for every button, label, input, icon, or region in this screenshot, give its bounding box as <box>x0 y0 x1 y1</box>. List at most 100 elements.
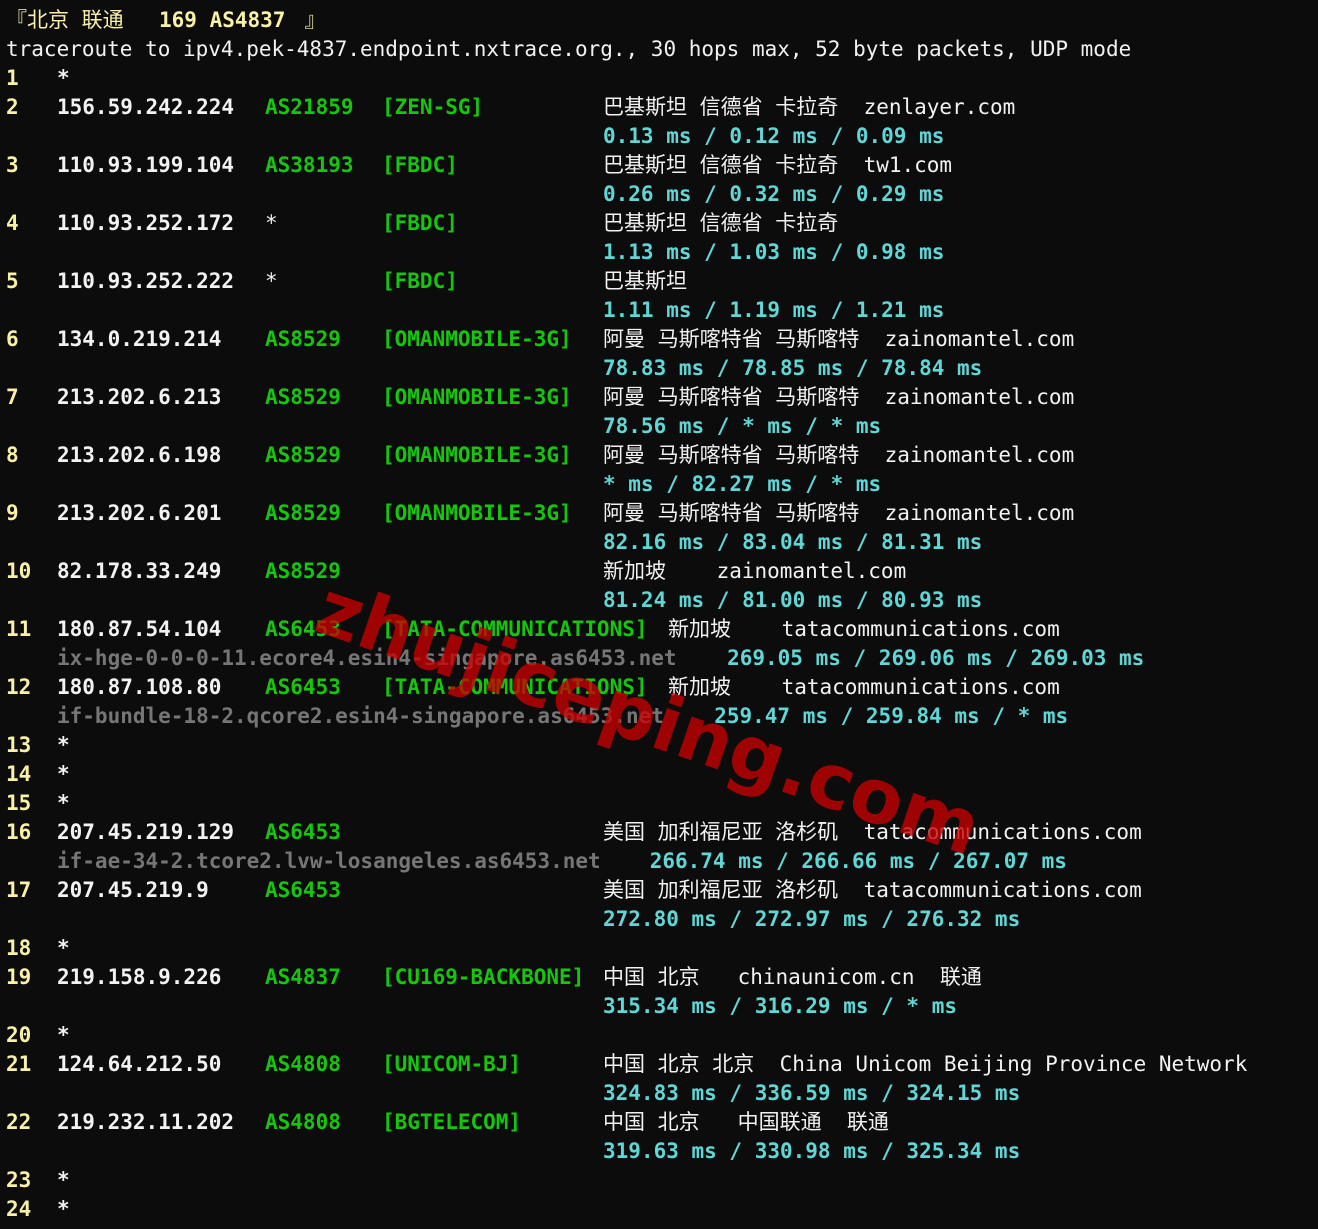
header-prefix: 『北京 联通 <box>6 8 137 32</box>
hop-ip: 213.202.6.201 <box>57 501 222 525</box>
hop-ip: 82.178.33.249 <box>57 559 222 583</box>
hop-asn: AS8529 <box>265 559 341 583</box>
hop-asn: AS6453 <box>265 617 341 641</box>
hop-tag: [FBDC] <box>382 153 458 177</box>
hop-rtt: 1.13 ms / 1.03 ms / 0.98 ms <box>603 240 945 264</box>
header-suffix: 』 <box>292 8 326 32</box>
hop-number: 23 <box>6 1168 32 1192</box>
hop-ip: * <box>57 936 70 960</box>
hop-ip: 110.93.252.222 <box>57 269 235 293</box>
hop-ip: * <box>57 66 70 90</box>
hop-number: 3 <box>6 153 19 177</box>
hop-rtt: 315.34 ms / 316.29 ms / * ms <box>603 994 958 1018</box>
hop-rtt: 78.83 ms / 78.85 ms / 78.84 ms <box>603 356 983 380</box>
hop-location: 新加坡 tatacommunications.com <box>668 617 1060 641</box>
hop-location: 阿曼 马斯喀特省 马斯喀特 zainomantel.com <box>603 443 1075 467</box>
hop-number: 4 <box>6 211 19 235</box>
hop-number: 20 <box>6 1023 32 1047</box>
hop-location: 中国 北京 中国联通 联通 <box>603 1110 889 1134</box>
hop-ip: 219.232.11.202 <box>57 1110 235 1134</box>
hop-ip: * <box>57 1023 70 1047</box>
hop-number: 1 <box>6 66 19 90</box>
hop-tag: [BGTELECOM] <box>382 1110 522 1134</box>
hop-rtt: 78.56 ms / * ms / * ms <box>603 414 882 438</box>
hop-asn: AS4808 <box>265 1110 341 1134</box>
hop-location: 巴基斯坦 信德省 卡拉奇 zenlayer.com <box>603 95 1016 119</box>
hop-asn: AS4837 <box>265 965 341 989</box>
hop-hostname: if-bundle-18-2.qcore2.esin4-singapore.as… <box>57 704 664 728</box>
hop-asn: AS6453 <box>265 820 341 844</box>
hop-rtt: 266.74 ms / 266.66 ms / 267.07 ms <box>649 849 1067 873</box>
hop-ip: 207.45.219.129 <box>57 820 235 844</box>
hop-ip: * <box>57 791 70 815</box>
command-line: traceroute to ipv4.pek-4837.endpoint.nxt… <box>6 37 1132 61</box>
top-fragment-cropped: ▔▔▔▔▔▔▔ ▔ <box>6 0 120 4</box>
hop-tag: [FBDC] <box>382 269 458 293</box>
hop-tag: [CU169-BACKBONE] <box>382 965 585 989</box>
hop-number: 17 <box>6 878 32 902</box>
hop-number: 7 <box>6 385 19 409</box>
hop-tag: [OMANMOBILE-3G] <box>382 327 572 351</box>
hop-number: 19 <box>6 965 32 989</box>
hop-location: 巴基斯坦 信德省 卡拉奇 <box>603 211 839 235</box>
hop-hostname: if-ae-34-2.tcore2.lvw-losangeles.as6453.… <box>57 849 601 873</box>
hop-number: 5 <box>6 269 19 293</box>
hop-rtt: 272.80 ms / 272.97 ms / 276.32 ms <box>603 907 1021 931</box>
hop-asn: AS38193 <box>265 153 354 177</box>
hop-ip: 213.202.6.213 <box>57 385 222 409</box>
hop-ip: 180.87.54.104 <box>57 617 222 641</box>
hop-rtt: 81.24 ms / 81.00 ms / 80.93 ms <box>603 588 983 612</box>
hop-ip: * <box>57 1168 70 1192</box>
hop-location: 美国 加利福尼亚 洛杉矶 tatacommunications.com <box>603 820 1142 844</box>
hop-location: 新加坡 zainomantel.com <box>603 559 907 583</box>
hop-rtt: 319.63 ms / 330.98 ms / 325.34 ms <box>603 1139 1021 1163</box>
hop-hostname: ix-hge-0-0-0-11.ecore4.esin4-singapore.a… <box>57 646 677 670</box>
hop-ip: 219.158.9.226 <box>57 965 222 989</box>
hop-asn: AS8529 <box>265 501 341 525</box>
hop-ip: 156.59.242.224 <box>57 95 235 119</box>
hop-location: 巴基斯坦 <box>603 269 687 293</box>
hop-rtt: 82.16 ms / 83.04 ms / 81.31 ms <box>603 530 983 554</box>
hop-rtt: 0.13 ms / 0.12 ms / 0.09 ms <box>603 124 945 148</box>
hop-ip: 180.87.108.80 <box>57 675 222 699</box>
hop-location: 阿曼 马斯喀特省 马斯喀特 zainomantel.com <box>603 385 1075 409</box>
hop-location: 中国 北京 北京 China Unicom Beijing Province N… <box>603 1052 1248 1076</box>
hop-number: 11 <box>6 617 32 641</box>
header-line: 『北京 联通 169 AS4837 』 <box>6 6 326 35</box>
hop-tag: [TATA-COMMUNICATIONS] <box>382 617 648 641</box>
hop-location: 新加坡 tatacommunications.com <box>668 675 1060 699</box>
hop-rtt: 259.47 ms / 259.84 ms / * ms <box>714 704 1069 728</box>
hop-asn: AS4808 <box>265 1052 341 1076</box>
hop-number: 13 <box>6 733 32 757</box>
hop-ip: 213.202.6.198 <box>57 443 222 467</box>
hop-tag: [OMANMOBILE-3G] <box>382 501 572 525</box>
hop-rtt: * ms / 82.27 ms / * ms <box>603 472 882 496</box>
header-bold: 169 AS4837 <box>159 8 286 32</box>
hop-ip: 110.93.199.104 <box>57 153 235 177</box>
hop-ip: 124.64.212.50 <box>57 1052 222 1076</box>
hop-number: 6 <box>6 327 19 351</box>
hop-ip: * <box>57 733 70 757</box>
hop-number: 10 <box>6 559 32 583</box>
hop-asn: AS6453 <box>265 878 341 902</box>
hop-location: 阿曼 马斯喀特省 马斯喀特 zainomantel.com <box>603 501 1075 525</box>
hop-asn: AS6453 <box>265 675 341 699</box>
hop-number: 14 <box>6 762 32 786</box>
hop-number: 18 <box>6 936 32 960</box>
hop-tag: [ZEN-SG] <box>382 95 484 119</box>
hop-asn: AS8529 <box>265 443 341 467</box>
hop-tag: [OMANMOBILE-3G] <box>382 443 572 467</box>
hop-location: 美国 加利福尼亚 洛杉矶 tatacommunications.com <box>603 878 1142 902</box>
hop-number: 22 <box>6 1110 32 1134</box>
hop-asn: AS8529 <box>265 385 341 409</box>
hop-number: 12 <box>6 675 32 699</box>
hop-asn: AS8529 <box>265 327 341 351</box>
hop-location: 阿曼 马斯喀特省 马斯喀特 zainomantel.com <box>603 327 1075 351</box>
hop-ip: 110.93.252.172 <box>57 211 235 235</box>
hop-rtt: 269.05 ms / 269.06 ms / 269.03 ms <box>727 646 1145 670</box>
hop-location: 中国 北京 chinaunicom.cn 联通 <box>603 965 982 989</box>
hop-number: 8 <box>6 443 19 467</box>
hop-tag: [OMANMOBILE-3G] <box>382 385 572 409</box>
hop-ip: * <box>57 1197 70 1221</box>
hop-tag: [UNICOM-BJ] <box>382 1052 522 1076</box>
